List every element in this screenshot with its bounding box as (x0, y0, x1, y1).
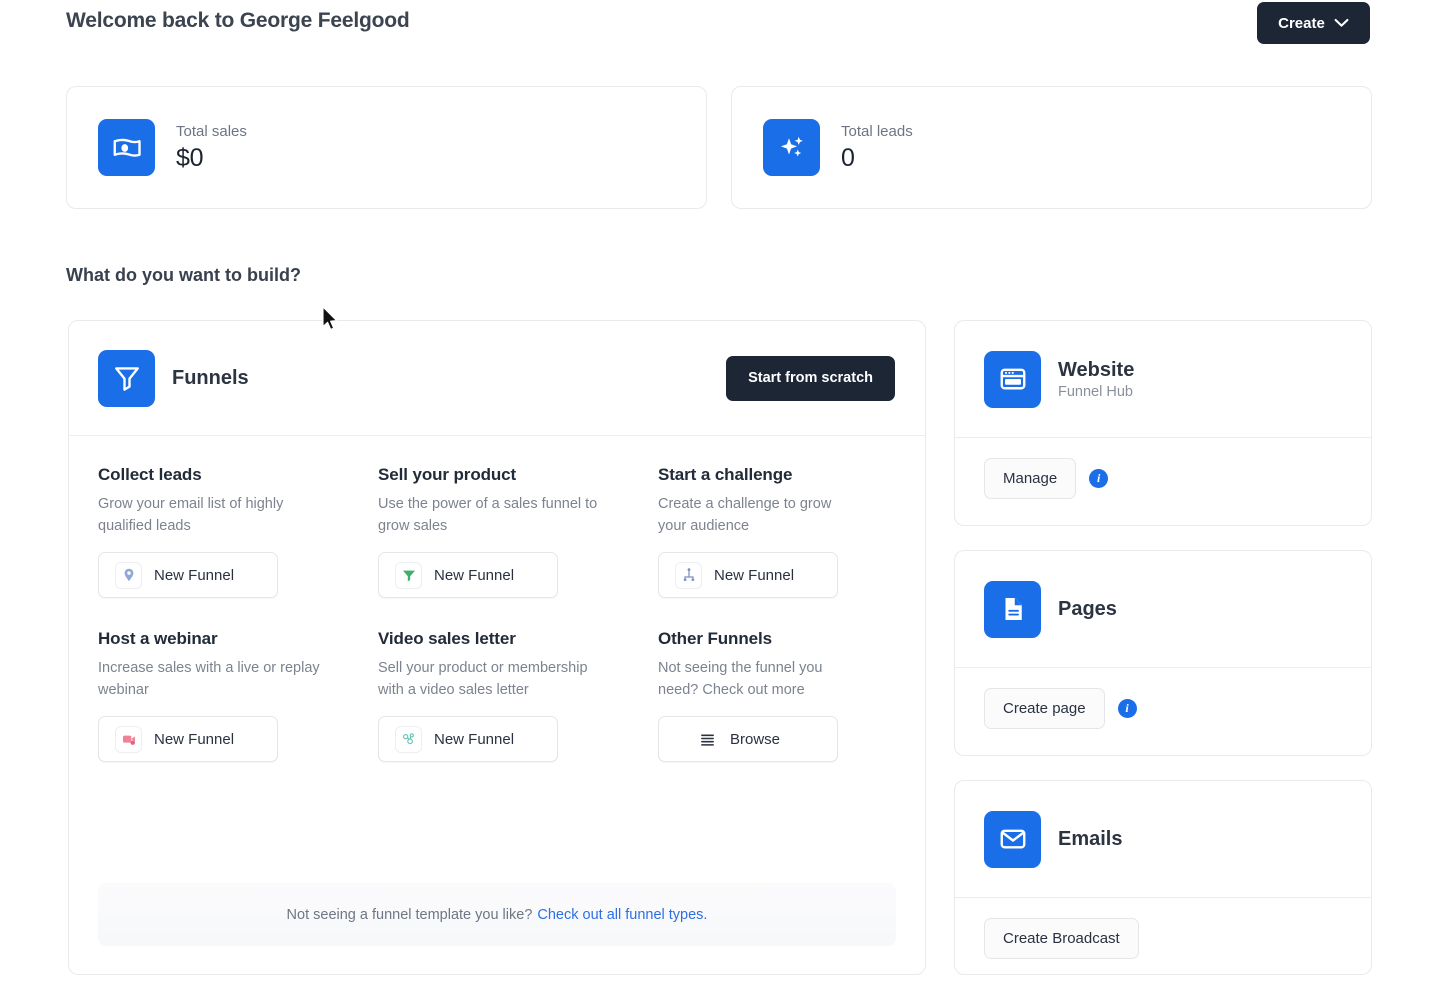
all-funnel-types-link[interactable]: Check out all funnel types. (537, 907, 707, 923)
funnel-type-title: Video sales letter (378, 629, 516, 648)
start-from-scratch-button[interactable]: Start from scratch (726, 355, 895, 401)
pages-card-header: Pages (955, 551, 1371, 668)
create-page-button[interactable]: Create page (984, 688, 1105, 729)
funnel-icon (98, 349, 155, 407)
funnel-type-desc: Not seeing the funnel you need? Check ou… (658, 660, 823, 698)
funnel-button-label: New Funnel (154, 566, 235, 584)
emails-card: Emails Create Broadcast (954, 780, 1372, 975)
webinar-camera-icon (115, 725, 142, 753)
funnel-type-video-sales-letter: Video sales letter Sell your product or … (378, 629, 658, 762)
funnel-type-start-a-challenge: Start a challenge Create a challenge to … (658, 465, 876, 598)
funnel-type-title: Start a challenge (658, 465, 793, 484)
new-funnel-button-collect-leads[interactable]: New Funnel (98, 552, 278, 598)
funnel-type-sell-your-product: Sell your product Use the power of a sal… (378, 465, 658, 598)
sparkles-icon (763, 119, 820, 176)
document-icon (984, 580, 1041, 638)
stat-value: $0 (176, 143, 204, 172)
funnels-panel-header: Funnels Start from scratch (69, 321, 925, 436)
info-icon[interactable]: i (1117, 699, 1137, 718)
funnel-type-desc: Create a challenge to grow your audience (658, 496, 832, 534)
info-icon[interactable]: i (1089, 469, 1109, 488)
funnel-type-desc: Grow your email list of highly qualified… (98, 496, 284, 534)
funnel-button-label: New Funnel (714, 566, 795, 584)
funnel-type-desc: Sell your product or membership with a v… (378, 660, 588, 698)
browser-window-icon (984, 350, 1041, 408)
stat-card-total-leads: Total leads 0 (731, 86, 1372, 209)
green-funnel-icon (395, 561, 422, 589)
stat-label: Total sales (176, 122, 247, 140)
emails-card-header: Emails (955, 781, 1371, 898)
funnel-type-title: Host a webinar (98, 629, 218, 648)
lead-magnet-icon (115, 561, 142, 589)
funnel-type-grid: Collect leads Grow your email list of hi… (69, 436, 925, 762)
funnel-type-title: Sell your product (378, 465, 517, 484)
funnel-button-label: Browse (730, 730, 781, 748)
page-title: Welcome back to George Feelgood (66, 9, 410, 32)
stat-label: Total leads (841, 122, 913, 140)
funnel-type-desc: Use the power of a sales funnel to grow … (378, 496, 598, 534)
new-funnel-button-start-a-challenge[interactable]: New Funnel (658, 552, 838, 598)
funnel-type-desc: Increase sales with a live or replay web… (98, 660, 320, 698)
banknote-icon (98, 119, 155, 176)
funnel-button-label: New Funnel (154, 730, 235, 748)
pages-card: Pages Create page i (954, 550, 1372, 756)
create-broadcast-button[interactable]: Create Broadcast (984, 918, 1139, 959)
stat-value: 0 (841, 143, 855, 172)
browse-funnels-button[interactable]: Browse (658, 716, 838, 762)
challenge-hierarchy-icon (675, 561, 702, 589)
funnels-panel: Funnels Start from scratch Collect leads… (68, 320, 926, 975)
funnels-title: Funnels (172, 366, 249, 389)
website-card-header: Website Funnel Hub (955, 321, 1371, 438)
funnel-type-title: Collect leads (98, 465, 202, 484)
create-button[interactable]: Create (1257, 2, 1370, 44)
website-card: Website Funnel Hub Manage i (954, 320, 1372, 526)
funnel-type-host-a-webinar: Host a webinar Increase sales with a liv… (98, 629, 378, 762)
banner-text: Not seeing a funnel template you like? (286, 906, 533, 923)
stat-card-total-sales: Total sales $0 (66, 86, 707, 209)
new-funnel-button-sell-your-product[interactable]: New Funnel (378, 552, 558, 598)
funnel-button-label: New Funnel (434, 730, 515, 748)
section-title: What do you want to build? (66, 265, 301, 285)
list-icon (699, 731, 716, 748)
new-funnel-button-host-a-webinar[interactable]: New Funnel (98, 716, 278, 762)
chevron-down-icon (1334, 18, 1349, 27)
funnel-button-label: New Funnel (434, 566, 515, 584)
new-funnel-button-video-sales-letter[interactable]: New Funnel (378, 716, 558, 762)
video-network-icon (395, 725, 422, 753)
funnel-type-title: Other Funnels (658, 629, 772, 648)
website-card-subtitle: Funnel Hub (1058, 383, 1133, 400)
funnel-type-collect-leads: Collect leads Grow your email list of hi… (98, 465, 378, 598)
website-card-title: Website (1058, 358, 1135, 381)
pages-card-title: Pages (1058, 597, 1117, 620)
create-button-label: Create (1278, 14, 1325, 32)
funnel-type-other-funnels: Other Funnels Not seeing the funnel you … (658, 629, 876, 762)
manage-website-button[interactable]: Manage (984, 458, 1077, 499)
envelope-icon (984, 810, 1041, 868)
dashboard-page: Welcome back to George Feelgood Create T… (0, 0, 1429, 995)
funnel-templates-banner: Not seeing a funnel template you like? C… (98, 883, 896, 946)
emails-card-title: Emails (1058, 827, 1123, 850)
